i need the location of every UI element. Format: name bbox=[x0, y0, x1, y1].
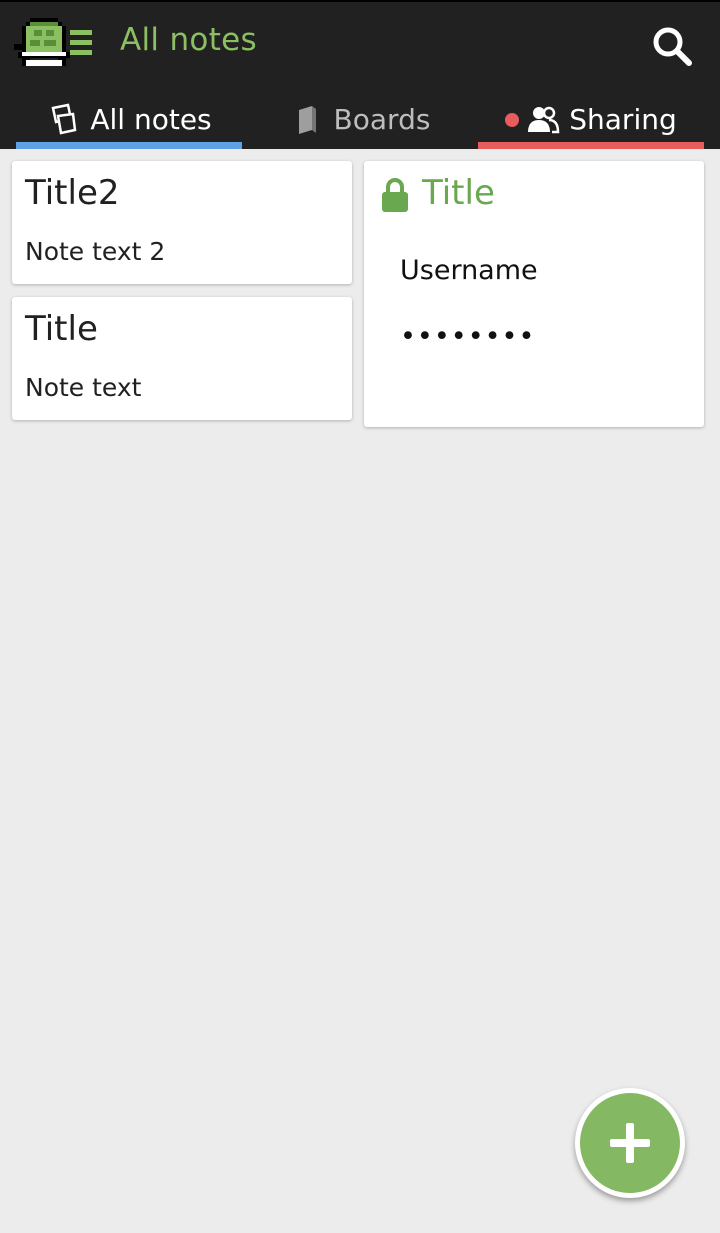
note-text: Note text 2 bbox=[25, 237, 166, 266]
notes-icon bbox=[51, 103, 77, 134]
tab-label: Boards bbox=[333, 103, 431, 136]
tab-label: All notes bbox=[90, 103, 212, 136]
people-icon bbox=[528, 106, 560, 133]
app-bar: All notes All notes Boards Sharing bbox=[0, 0, 720, 149]
fab-circle bbox=[580, 1093, 680, 1193]
plus-icon bbox=[610, 1123, 650, 1163]
note-title: Title2 bbox=[25, 173, 120, 213]
note-card[interactable]: Title Note text bbox=[12, 297, 352, 420]
tab-boards[interactable]: Boards bbox=[247, 90, 473, 149]
username-value: Username bbox=[400, 255, 538, 286]
note-title: Title bbox=[422, 173, 495, 213]
tab-sharing[interactable]: Sharing bbox=[478, 90, 704, 149]
lock-icon bbox=[382, 178, 408, 212]
tab-label: Sharing bbox=[569, 103, 677, 136]
note-text: Note text bbox=[25, 373, 142, 402]
page-title: All notes bbox=[120, 22, 257, 58]
notification-badge bbox=[505, 112, 520, 127]
note-title: Title bbox=[25, 309, 98, 349]
locked-note-card[interactable]: Title Username •••••••• bbox=[364, 161, 704, 427]
note-card[interactable]: Title2 Note text 2 bbox=[12, 161, 352, 284]
tab-indicator bbox=[16, 142, 242, 149]
password-value: •••••••• bbox=[400, 321, 536, 352]
add-note-button[interactable] bbox=[575, 1088, 685, 1198]
tab-indicator bbox=[478, 142, 704, 149]
turtle-logo-icon bbox=[14, 18, 92, 66]
tab-all-notes[interactable]: All notes bbox=[16, 90, 242, 149]
book-icon bbox=[298, 105, 316, 134]
search-icon[interactable] bbox=[648, 22, 696, 70]
